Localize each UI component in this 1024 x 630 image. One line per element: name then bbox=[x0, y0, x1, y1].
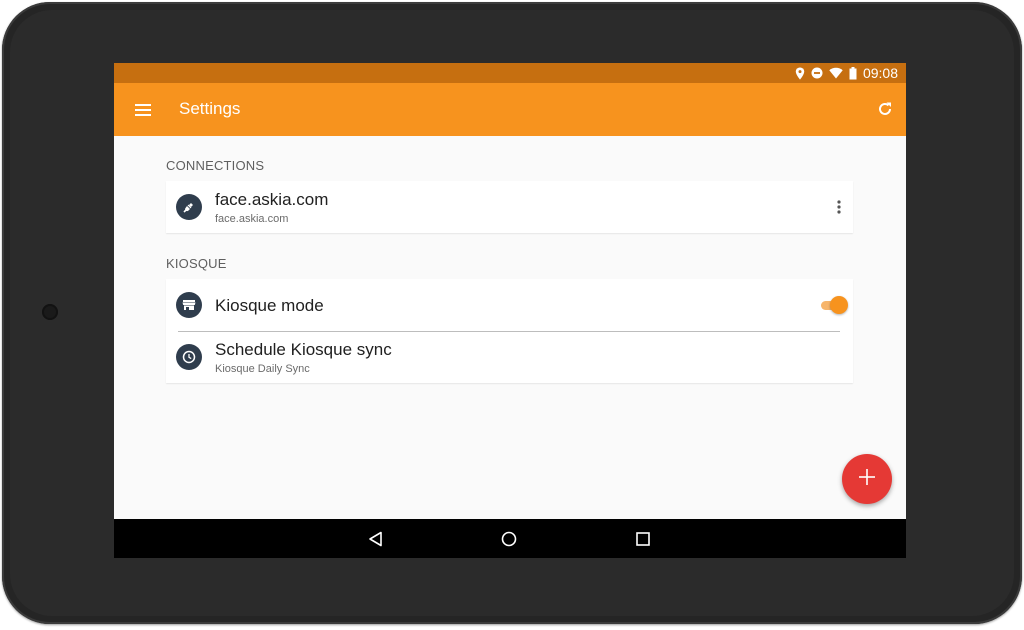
add-icon bbox=[859, 468, 875, 490]
clock-icon bbox=[176, 344, 202, 370]
store-icon bbox=[176, 292, 202, 318]
schedule-sync-item[interactable]: Schedule Kiosque sync Kiosque Daily Sync bbox=[166, 332, 853, 383]
recents-icon[interactable] bbox=[632, 528, 654, 550]
battery-icon bbox=[849, 66, 857, 80]
schedule-sync-title: Schedule Kiosque sync bbox=[215, 340, 392, 359]
kiosque-section-header: KIOSQUE bbox=[166, 256, 227, 271]
page-title: Settings bbox=[179, 99, 241, 118]
more-vert-icon[interactable] bbox=[829, 195, 849, 219]
kiosque-mode-item[interactable]: Kiosque mode bbox=[166, 279, 853, 331]
add-button[interactable] bbox=[842, 454, 892, 504]
connection-item[interactable]: face.askia.com face.askia.com bbox=[166, 181, 853, 233]
do-not-disturb-icon bbox=[811, 67, 823, 79]
status-bar: 09:08 bbox=[114, 63, 906, 83]
plug-icon bbox=[176, 194, 202, 220]
connections-card: face.askia.com face.askia.com bbox=[166, 181, 853, 233]
clock-time: 09:08 bbox=[862, 65, 898, 81]
schedule-sync-subtitle: Kiosque Daily Sync bbox=[215, 363, 310, 375]
front-camera bbox=[42, 304, 58, 320]
navigation-bar bbox=[114, 519, 906, 558]
kiosque-mode-toggle[interactable] bbox=[819, 296, 848, 314]
toggle-thumb bbox=[830, 296, 848, 314]
connections-section-header: CONNECTIONS bbox=[166, 158, 265, 173]
menu-icon[interactable] bbox=[130, 97, 156, 123]
kiosque-card: Kiosque mode Schedule Kiosque sync Kiosq… bbox=[166, 279, 853, 383]
device-screen: 09:08 Settings CONNECTIONS face.askia.co… bbox=[114, 63, 906, 558]
app-bar: Settings bbox=[114, 83, 906, 136]
refresh-icon[interactable] bbox=[872, 96, 898, 122]
location-icon bbox=[795, 67, 805, 80]
wifi-icon bbox=[829, 67, 843, 79]
connection-subtitle: face.askia.com bbox=[215, 213, 289, 225]
connection-title: face.askia.com bbox=[215, 190, 329, 209]
kiosque-mode-label: Kiosque mode bbox=[215, 296, 324, 315]
back-icon[interactable] bbox=[365, 528, 387, 550]
home-icon[interactable] bbox=[498, 528, 520, 550]
